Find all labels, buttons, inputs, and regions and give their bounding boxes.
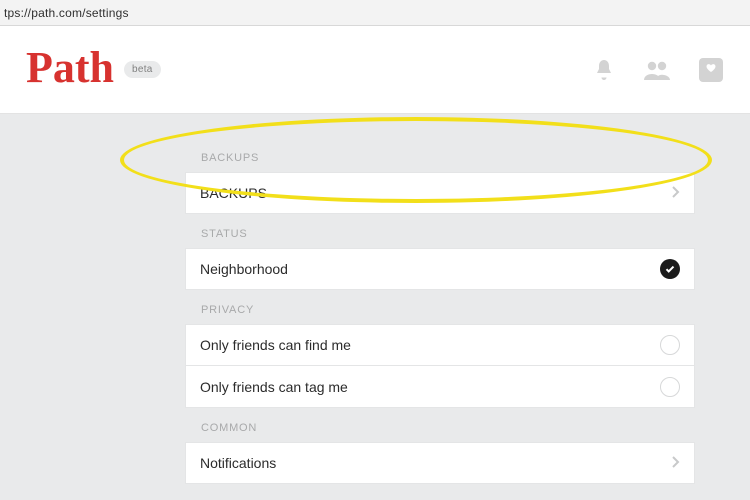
url-text: tps://path.com/settings [4,6,129,20]
chevron-right-icon [670,185,680,202]
row-notifications[interactable]: Notifications [185,442,695,484]
check-icon [660,259,680,279]
row-friends-find-me[interactable]: Only friends can find me [185,324,695,366]
friends-icon[interactable] [642,59,672,81]
section-header-common: COMMON [185,408,695,442]
settings-panel: BACKUPS BACKUPS STATUS Neighborhood PRIV… [185,138,695,484]
row-friends-tag-me[interactable]: Only friends can tag me [185,366,695,408]
section-header-status: STATUS [185,214,695,248]
app-header: Path beta [0,26,750,114]
row-backups[interactable]: BACKUPS [185,172,695,214]
header-actions [592,57,724,83]
row-neighborhood[interactable]: Neighborhood [185,248,695,290]
section-header-backups: BACKUPS [185,138,695,172]
beta-badge: beta [124,61,161,78]
favorites-icon[interactable] [698,57,724,83]
brand[interactable]: Path beta [26,48,161,92]
row-label: Only friends can find me [200,337,351,353]
notifications-icon[interactable] [592,58,616,82]
logo: Path [26,46,114,90]
row-label: Only friends can tag me [200,379,348,395]
row-label: Notifications [200,455,276,471]
browser-url-bar[interactable]: tps://path.com/settings [0,0,750,26]
row-label: Neighborhood [200,261,288,277]
section-header-privacy: PRIVACY [185,290,695,324]
row-label: BACKUPS [200,185,267,201]
settings-page: BACKUPS BACKUPS STATUS Neighborhood PRIV… [0,114,750,484]
radio-unchecked-icon [660,377,680,397]
chevron-right-icon [670,455,680,472]
radio-unchecked-icon [660,335,680,355]
